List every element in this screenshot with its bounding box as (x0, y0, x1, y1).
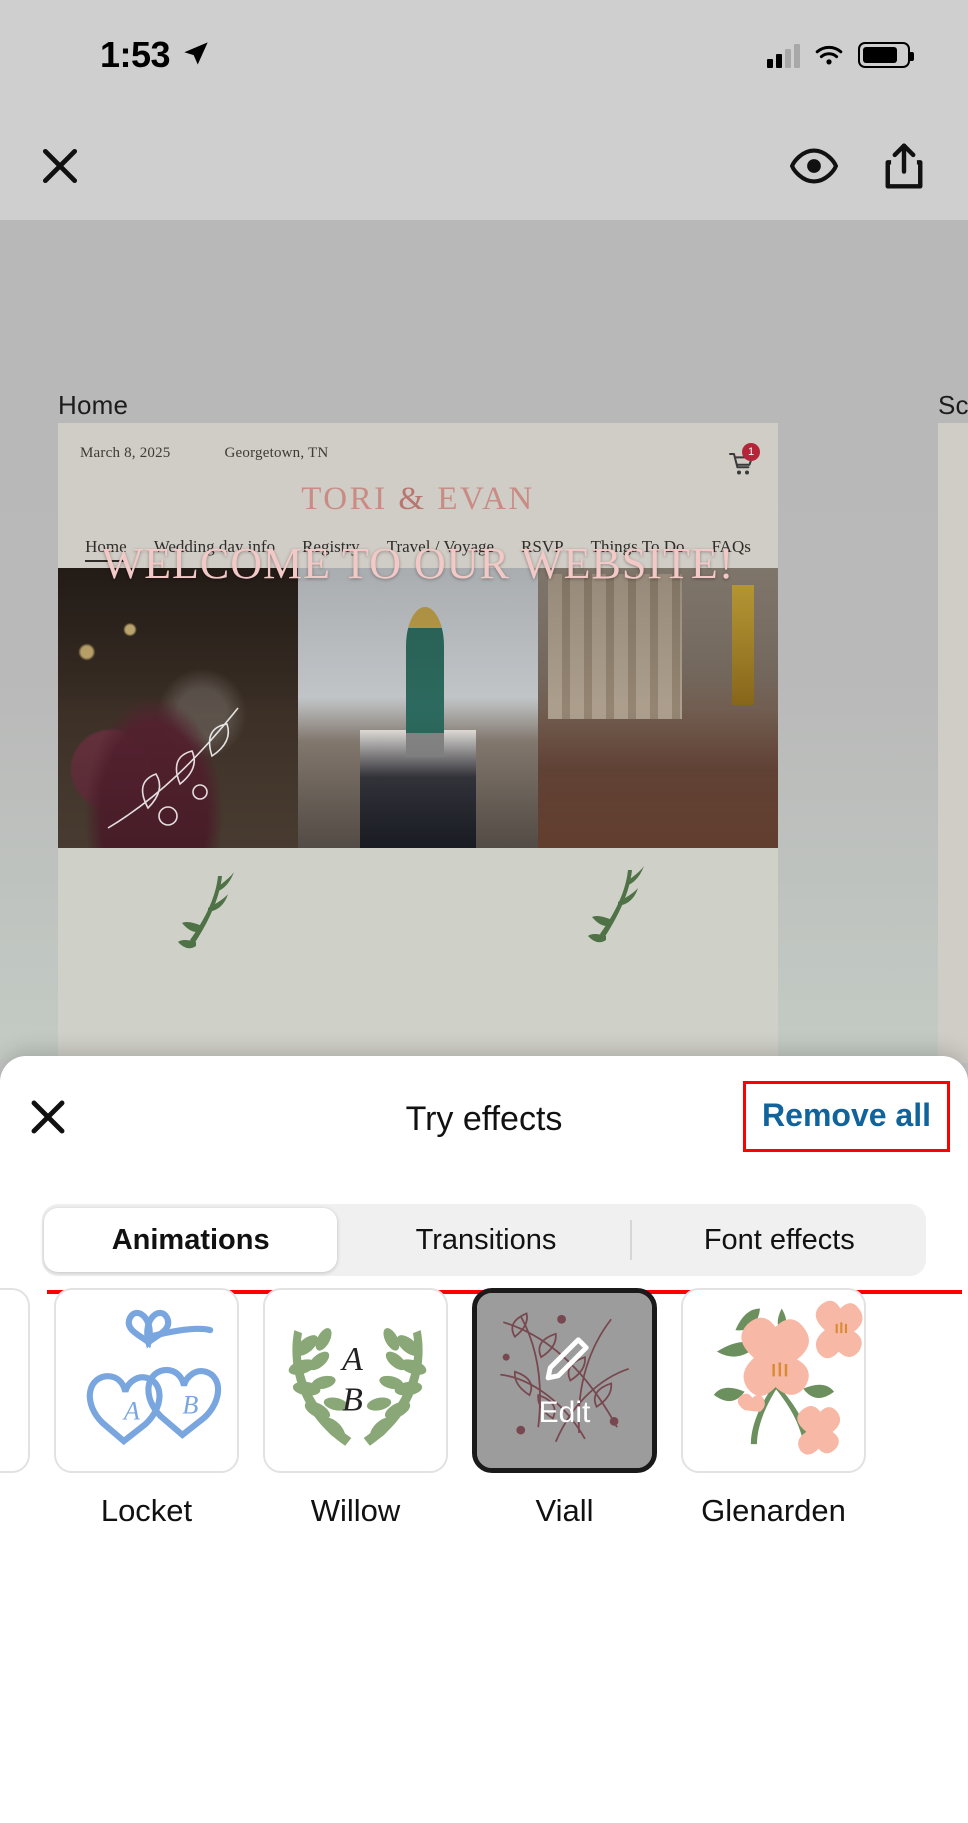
olive-sprig-icon (588, 866, 644, 943)
editor-canvas[interactable]: Home Sch March 8, 2025 Georgetown, TN TO… (0, 220, 968, 1063)
site-nav-item-faqs[interactable]: FAQs (711, 537, 750, 562)
battery-icon (858, 42, 914, 68)
website-preview-card[interactable]: March 8, 2025 Georgetown, TN TORI & EVAN… (58, 423, 778, 1063)
site-couple-title: TORI & EVAN (58, 481, 778, 518)
couple-name-second: EVAN (437, 481, 535, 517)
remove-all-label: Remove all (762, 1097, 931, 1133)
effect-item-glenarden[interactable]: Glenarden (681, 1288, 866, 1529)
effect-item-partial[interactable] (0, 1288, 30, 1493)
app-root: 1:53 Home Sc March 8, 2025 Georgetown, T… (0, 0, 968, 1823)
remove-all-button[interactable]: Remove all (743, 1081, 950, 1152)
tab-font-effects[interactable]: Font effects (633, 1204, 926, 1276)
effect-item-locket[interactable]: A B Locket (54, 1288, 239, 1529)
svg-text:A: A (340, 1341, 363, 1378)
page-label-home: Home (58, 390, 129, 420)
hero-floral-overlay-icon (107, 707, 239, 829)
hero-photo-3 (538, 568, 778, 848)
couple-ampersand: & (398, 481, 427, 517)
site-nav-item-wedding-day-info[interactable]: Wedding day info (154, 537, 275, 562)
couple-name-first: TORI (301, 481, 388, 517)
effects-tab-bar: Animations Transitions Font effects (42, 1204, 962, 1294)
site-nav-item-registry[interactable]: Registry (302, 537, 360, 562)
site-nav-item-travel-voyage[interactable]: Travel / Voyage (387, 537, 494, 562)
effect-label-glenarden: Glenarden (701, 1493, 846, 1528)
site-nav-item-things-to-do[interactable]: Things To Do (591, 537, 685, 562)
svg-text:A: A (122, 1397, 141, 1426)
try-effects-sheet: Try effects Remove all Animations Transi… (0, 1056, 968, 1823)
site-nav-item-rsvp[interactable]: RSVP (521, 537, 564, 562)
effect-label-willow: Willow (310, 1493, 401, 1528)
location-arrow-icon (184, 42, 208, 65)
svg-text:B: B (182, 1390, 198, 1419)
tab-transitions[interactable]: Transitions (339, 1204, 632, 1276)
effect-label-locket: Locket (100, 1493, 193, 1528)
site-meta: March 8, 2025 Georgetown, TN (80, 445, 328, 462)
close-x-icon[interactable] (38, 144, 82, 188)
toolbar-actions (790, 142, 928, 190)
olive-sprig-icon (178, 872, 234, 949)
status-bar-time: 1:53 (100, 34, 171, 75)
effect-item-willow[interactable]: A B Willow (263, 1288, 448, 1529)
website-preview-card-next[interactable] (938, 423, 968, 1063)
status-bar-indicators (767, 38, 914, 68)
effect-item-viall[interactable]: Edit Viall (472, 1288, 657, 1529)
effects-carousel[interactable]: A B Locket A B Willow Edit Viall Glenard… (0, 1288, 968, 1548)
wifi-icon (815, 45, 843, 65)
effect-thumbnail-partial[interactable] (0, 1288, 30, 1473)
tab-animations[interactable]: Animations (44, 1208, 338, 1272)
effect-edit-label: Edit (538, 1395, 591, 1429)
locket-hearts-icon[interactable]: A B (54, 1288, 239, 1473)
sheet-header: Try effects Remove all (0, 1056, 968, 1176)
site-footer-band (58, 848, 778, 1063)
cart-count-badge: 1 (742, 443, 760, 461)
viall-botanical-icon[interactable]: Edit (472, 1288, 657, 1473)
willow-wreath-icon[interactable]: A B (263, 1288, 448, 1473)
svg-text:B: B (342, 1381, 363, 1418)
site-date: March 8, 2025 (80, 445, 171, 461)
cellular-signal-icon (767, 44, 800, 68)
glenarden-floral-icon[interactable] (681, 1288, 866, 1473)
eye-icon[interactable] (790, 142, 838, 190)
site-nav[interactable]: Home Wedding day info Registry Travel / … (58, 537, 778, 562)
segmented-control: Animations Transitions Font effects (42, 1204, 926, 1276)
effect-label-viall: Viall (535, 1493, 594, 1528)
page-label-next: Sch (938, 390, 968, 420)
effect-edit-overlay[interactable]: Edit (477, 1293, 652, 1468)
top-toolbar (0, 112, 968, 220)
site-hero-gallery (58, 568, 778, 848)
status-bar: 1:53 (0, 0, 968, 112)
site-nav-item-home[interactable]: Home (85, 537, 127, 562)
share-icon[interactable] (880, 142, 928, 190)
site-location: Georgetown, TN (224, 445, 329, 461)
pencil-edit-icon[interactable] (536, 1332, 594, 1390)
